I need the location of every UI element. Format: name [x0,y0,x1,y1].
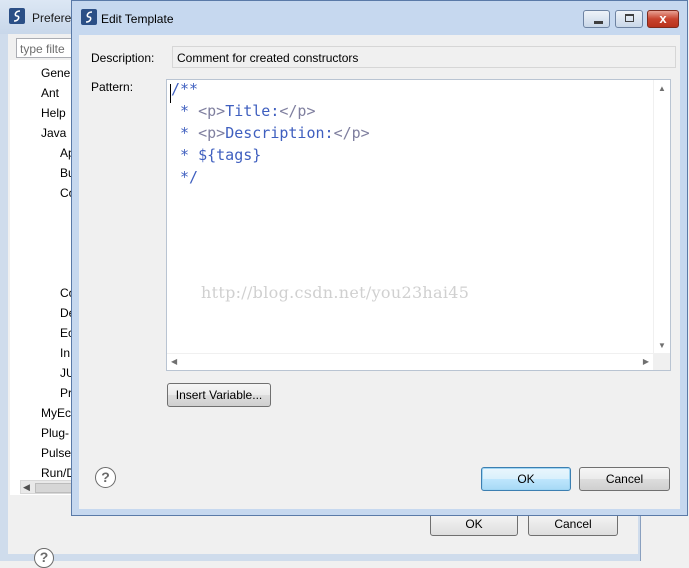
tree-item[interactable]: Java [41,126,66,140]
tree-item[interactable]: MyEc [41,406,71,420]
pattern-line: * <p>Title:</p> [171,102,316,120]
tree-item[interactable]: Run/D [41,466,75,480]
filter-placeholder: type filte [20,42,65,56]
watermark: http://blog.csdn.net/you23hai45 [201,283,470,302]
scroll-thumb[interactable] [35,483,75,493]
tree-item[interactable]: Pulse [41,446,71,460]
pattern-vertical-scrollbar[interactable]: ▲ ▼ [653,80,670,354]
scroll-down-arrow-icon[interactable]: ▼ [658,341,666,350]
description-value: Comment for created constructors [177,51,359,65]
pattern-label: Pattern: [91,80,134,94]
description-field[interactable]: Comment for created constructors [172,46,676,68]
edit-template-dialog: Edit Template x Description: Comment for… [71,0,688,516]
dialog-title: Edit Template [101,12,174,26]
scroll-right-arrow-icon[interactable]: ▶ [643,357,649,366]
description-label: Description: [91,51,155,65]
scroll-up-arrow-icon[interactable]: ▲ [658,84,666,93]
tree-item[interactable]: In [60,346,70,360]
eclipse-logo-icon [9,8,25,24]
pattern-line: * ${tags} [171,146,262,164]
minimize-icon [594,21,603,24]
ok-button[interactable]: OK [481,467,571,491]
pattern-line: */ [171,168,199,186]
dialog-titlebar: Edit Template x [72,1,687,35]
pattern-line: /** [171,80,199,98]
help-icon[interactable]: ? [95,467,116,488]
pattern-horizontal-scrollbar[interactable]: ◀ ▶ [167,353,653,370]
scroll-left-arrow-icon[interactable]: ◀ [23,482,30,493]
scrollbar-corner [653,353,670,370]
close-icon: x [659,11,667,26]
minimize-button[interactable] [583,10,610,28]
eclipse-logo-icon [81,9,97,25]
cancel-button[interactable]: Cancel [579,467,670,491]
dialog-client: Description: Comment for created constru… [79,35,680,509]
maximize-icon [625,14,634,22]
tree-horizontal-scrollbar[interactable]: ◀ [20,480,76,494]
preferences-filter-input[interactable]: type filte [16,38,78,58]
pattern-line: * <p>Description:</p> [171,124,370,142]
pattern-editor[interactable]: /** * <p>Title:</p> * <p>Description:</p… [166,79,671,371]
scroll-left-arrow-icon[interactable]: ◀ [171,357,177,366]
preferences-help-icon[interactable]: ? [34,548,54,568]
tree-item[interactable]: Plug- [41,426,69,440]
insert-variable-button[interactable]: Insert Variable... [167,383,271,407]
tree-item[interactable]: Ant [41,86,59,100]
preferences-tree[interactable]: Gene Ant Help Java Ap Bu Co Co De Ec In … [10,60,75,495]
preferences-title: Prefere [32,11,72,25]
tree-item[interactable]: Help [41,106,66,120]
close-button[interactable]: x [647,10,679,28]
tree-item[interactable]: Gene [41,66,70,80]
maximize-button[interactable] [615,10,643,28]
